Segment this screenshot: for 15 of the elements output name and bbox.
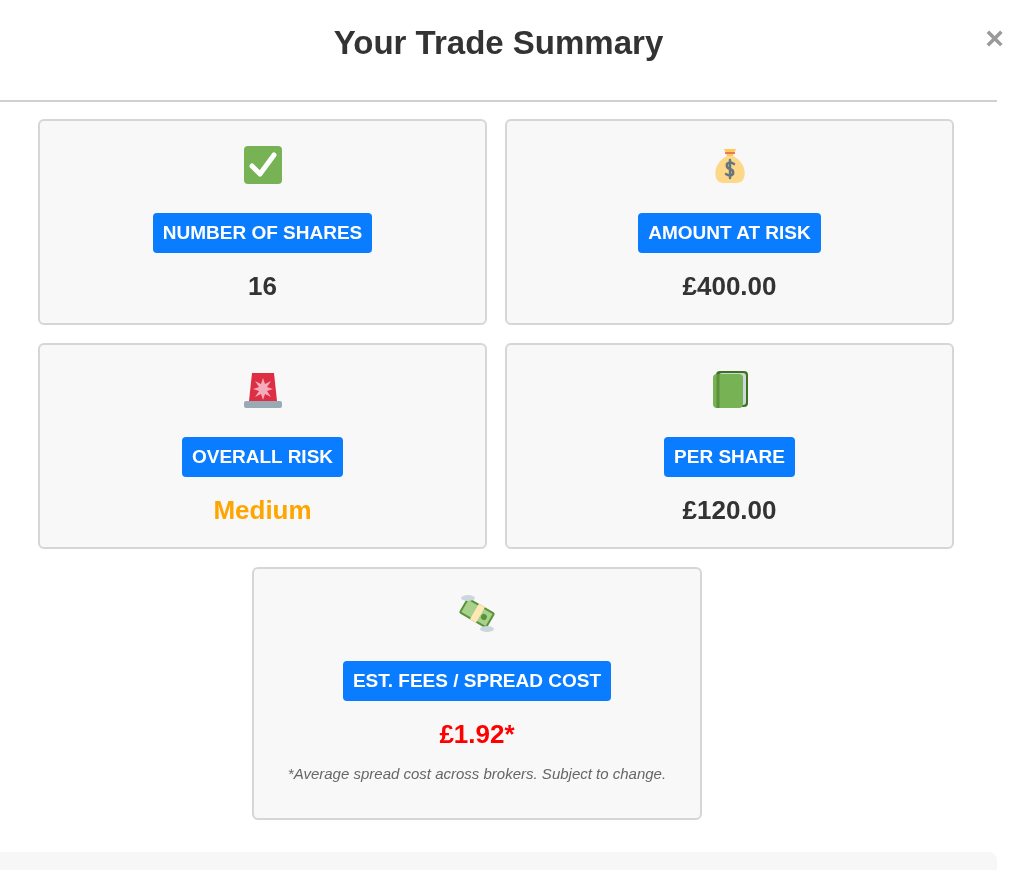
card-label: AMOUNT AT RISK (638, 213, 821, 253)
card-value: £400.00 (682, 271, 777, 302)
card-value: £120.00 (682, 495, 777, 526)
card-value: 16 (248, 271, 277, 302)
card-value: £1.92* (439, 719, 515, 750)
footnote: *Average spread cost across brokers. Subject to change. (286, 764, 668, 784)
check-icon (242, 145, 283, 185)
card-label: OVERALL RISK (181, 437, 344, 477)
card-label: EST. FEES / SPREAD COST (342, 661, 612, 701)
money-with-wings-icon (457, 593, 497, 633)
dialog-title: Your Trade Summary (333, 24, 664, 63)
card-value: Medium (213, 495, 312, 526)
close-button[interactable]: × (985, 22, 1004, 54)
card-label: NUMBER OF SHARES (152, 213, 373, 253)
card-label: PER SHARE (664, 437, 795, 477)
